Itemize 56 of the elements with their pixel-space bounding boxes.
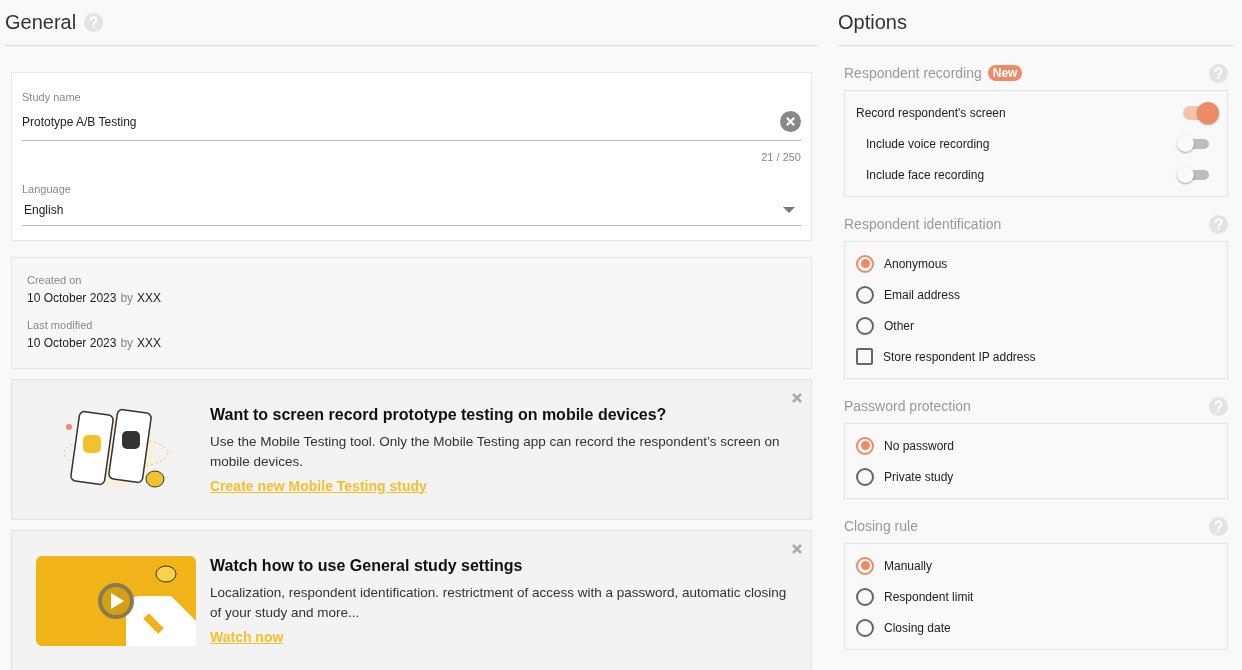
promo-title: Want to screen record prototype testing on mobile devices? bbox=[210, 405, 668, 424]
radio-button[interactable] bbox=[856, 436, 874, 455]
field-label: Study name bbox=[22, 91, 82, 103]
option-label: No password bbox=[884, 438, 956, 453]
page-title: General bbox=[5, 11, 77, 34]
option-label: Include voice recording bbox=[866, 136, 991, 151]
caret-icon[interactable] bbox=[783, 207, 795, 213]
new-badge: New bbox=[987, 65, 1023, 81]
video-thumbnail[interactable] bbox=[36, 555, 196, 646]
option-label: Anonymous bbox=[884, 256, 949, 271]
option-label: Email address bbox=[884, 287, 962, 302]
option-label: Manually bbox=[884, 558, 934, 573]
section-title: Closing rule bbox=[844, 518, 918, 534]
by-text: by bbox=[120, 291, 134, 305]
character-counter: 21 / 250 bbox=[760, 151, 801, 163]
author-text: XXX bbox=[137, 291, 162, 305]
help-icon[interactable] bbox=[1209, 63, 1228, 83]
section-title: Respondent recording bbox=[844, 65, 982, 81]
option-label: Closing date bbox=[884, 620, 952, 635]
option-label: Private study bbox=[884, 469, 955, 484]
option-label: Record respondent's screen bbox=[856, 105, 1007, 120]
radio-button[interactable] bbox=[856, 254, 874, 273]
date-text: 10 October 2023 bbox=[27, 336, 117, 350]
help-icon[interactable] bbox=[1209, 516, 1228, 536]
radio-button[interactable] bbox=[856, 285, 874, 304]
language-dropdown[interactable]: English bbox=[22, 203, 801, 226]
close-icon[interactable] bbox=[792, 544, 802, 554]
radio-button[interactable] bbox=[856, 587, 874, 606]
study-name-field[interactable]: Prototype A/B Testing bbox=[22, 111, 801, 141]
option-label: Respondent limit bbox=[884, 589, 975, 604]
author-text: XXX bbox=[137, 336, 162, 350]
section-title: Respondent identification bbox=[844, 216, 1002, 232]
toggle-switch[interactable] bbox=[1179, 169, 1209, 180]
date-text: 10 October 2023 bbox=[27, 291, 117, 305]
radio-button[interactable] bbox=[856, 618, 874, 637]
option-label: Other bbox=[884, 318, 915, 333]
promo-title: Watch how to use General study settings bbox=[210, 556, 524, 575]
field-label: Language bbox=[22, 183, 72, 195]
close-icon[interactable] bbox=[792, 393, 802, 403]
info-label: Last modified bbox=[27, 319, 94, 331]
option-label: Store respondent IP address bbox=[883, 349, 1037, 364]
by-text: by bbox=[120, 336, 134, 350]
info-label: Created on bbox=[27, 274, 83, 286]
promo-text: Localization, respondent identification. restrictment of access with a password, automatic closing of your study and more... bbox=[210, 583, 788, 622]
promo-text: Use the Mobile Testing tool. Only the Mobile Testing app can record the respondent’s screen on mobile devices. bbox=[210, 432, 781, 471]
toggle-switch[interactable] bbox=[1179, 138, 1209, 149]
radio-button[interactable] bbox=[856, 556, 874, 575]
section-title: Password protection bbox=[844, 398, 971, 414]
panel-title: Options bbox=[838, 11, 907, 34]
checkbox[interactable] bbox=[856, 348, 873, 365]
help-icon[interactable] bbox=[1209, 214, 1228, 234]
radio-button[interactable] bbox=[856, 467, 874, 486]
radio-button[interactable] bbox=[856, 316, 874, 335]
option-label: Include face recording bbox=[866, 167, 986, 182]
help-icon[interactable] bbox=[84, 13, 104, 32]
help-icon[interactable] bbox=[1209, 396, 1228, 416]
